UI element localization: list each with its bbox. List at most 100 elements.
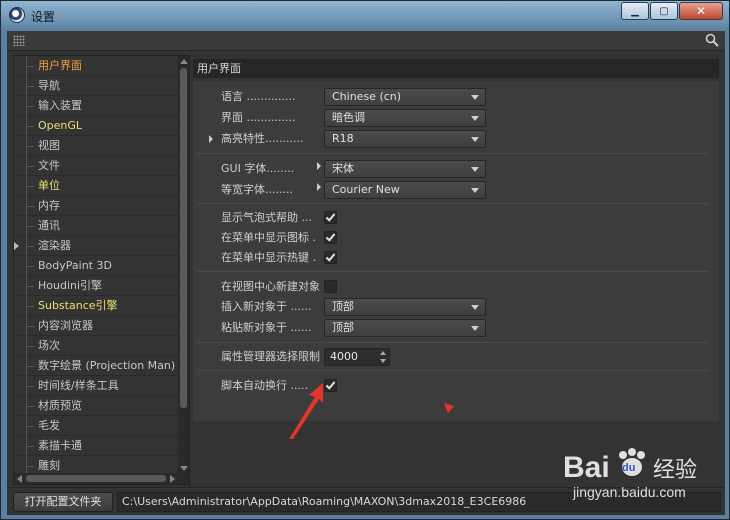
sidebar-item[interactable]: BodyPaint 3D — [14, 256, 179, 276]
checkmark-icon — [325, 211, 336, 222]
chevron-down-icon — [471, 188, 479, 193]
gui-font-label: GUI 字体........ — [221, 162, 295, 175]
checkmark-icon — [325, 379, 336, 390]
sidebar-item[interactable]: 通讯 — [14, 216, 179, 236]
checkmark-icon — [325, 251, 336, 262]
watermark-url: jingyan.baidu.com — [572, 484, 686, 500]
insert-at-dropdown[interactable]: 顶部 — [324, 298, 486, 316]
sidebar-item[interactable]: 视图 — [14, 136, 179, 156]
sidebar-item[interactable]: Houdini引擎 — [14, 276, 179, 296]
scroll-left-icon[interactable] — [17, 475, 22, 483]
hscroll-thumb[interactable] — [26, 475, 166, 482]
expand-arrow-icon[interactable] — [317, 183, 321, 191]
scroll-up-icon[interactable] — [180, 59, 188, 64]
horizontal-scrollbar[interactable] — [14, 473, 189, 484]
sidebar-item-label: 用户界面 — [38, 59, 82, 72]
sidebar-item[interactable]: OpenGL — [14, 116, 179, 136]
sidebar-item[interactable]: 用户界面 — [14, 56, 179, 76]
watermark-site-cn: 经验 — [653, 458, 697, 483]
new-at-center-label: 在视图中心新建对象 — [221, 280, 320, 293]
gui-font-row: GUI 字体........ 宋体 — [193, 159, 719, 179]
attr-limit-label: 属性管理器选择限制 — [221, 350, 320, 363]
attr-limit-input[interactable]: 4000 — [324, 348, 390, 366]
gui-font-dropdown[interactable]: 宋体 — [324, 160, 486, 178]
scroll-right-icon[interactable] — [170, 475, 175, 483]
new-at-center-checkbox[interactable] — [324, 280, 337, 293]
insert-at-row: 插入新对象于 ...... 顶部 — [193, 297, 719, 317]
highlight-dropdown[interactable]: R18 — [324, 130, 486, 148]
cinema4d-app-icon — [9, 7, 25, 23]
interface-label: 界面 .............. — [221, 111, 296, 124]
expand-arrow-icon[interactable] — [317, 162, 321, 170]
sidebar-item-label: 时间线/样条工具 — [38, 379, 119, 392]
sidebar-item-label: 导航 — [38, 79, 60, 92]
sidebar-item-label: 渲染器 — [38, 239, 71, 252]
chevron-down-icon — [471, 95, 479, 100]
divider — [197, 342, 709, 343]
interface-dropdown[interactable]: 暗色调 — [324, 109, 486, 127]
sidebar-item[interactable]: 毛发 — [14, 416, 179, 436]
sidebar-item-label: 文件 — [38, 159, 60, 172]
scroll-down-icon[interactable] — [180, 466, 188, 471]
interface-row: 界面 .............. 暗色调 — [193, 108, 719, 128]
sidebar-item[interactable]: 文件 — [14, 156, 179, 176]
sidebar-item[interactable]: 时间线/样条工具 — [14, 376, 179, 396]
expand-arrow-icon[interactable] — [14, 242, 19, 250]
language-dropdown[interactable]: Chinese (cn) — [324, 88, 486, 106]
sidebar-item-label: 场次 — [38, 339, 60, 352]
sidebar-item-label: 内容浏览器 — [38, 319, 93, 332]
baidu-jingyan-watermark: Bai du 经验 jingyan.baidu.com — [563, 448, 697, 500]
minimize-icon: ▁ — [631, 5, 639, 17]
menu-hotkeys-row: 在菜单中显示热键 . — [193, 248, 719, 268]
window-title: 设置 — [31, 10, 56, 24]
annotation-marker-icon — [444, 403, 454, 413]
chevron-down-icon — [471, 326, 479, 331]
sidebar-item[interactable]: 素描卡通 — [14, 436, 179, 456]
title-bar[interactable]: 设置 ▁ ▢ ✕ — [1, 1, 729, 31]
sidebar-item-label: 输入装置 — [38, 99, 82, 112]
minimize-button[interactable]: ▁ — [621, 2, 649, 20]
settings-category-list: 用户界面导航输入装置 OpenGL 视图文件单位内存通讯渲染器 BodyPaint 3… — [13, 55, 190, 485]
paste-at-row: 粘贴新对象于 ...... 顶部 — [193, 318, 719, 338]
scroll-thumb[interactable] — [180, 68, 187, 408]
chevron-down-icon — [471, 116, 479, 121]
bubble-help-checkbox[interactable] — [324, 211, 337, 224]
language-label: 语言 .............. — [221, 90, 296, 103]
vertical-scrollbar[interactable] — [178, 56, 189, 474]
sidebar-item[interactable]: 材质预览 — [14, 396, 179, 416]
sidebar-item[interactable]: 数字绘景 (Projection Man) — [14, 356, 179, 376]
search-icon[interactable] — [705, 33, 719, 47]
sidebar-item[interactable]: 输入装置 — [14, 96, 179, 116]
sidebar-item[interactable]: 单位 — [14, 176, 179, 196]
maximize-button[interactable]: ▢ — [650, 2, 678, 20]
close-button[interactable]: ✕ — [679, 2, 723, 20]
sidebar-item-label: Houdini引擎 — [38, 279, 103, 292]
settings-window: 设置 ▁ ▢ ✕ 用户界面导航输入装置 OpenGL 视图文件单位内存通讯渲染器 Bo… — [0, 0, 730, 520]
menu-icons-checkbox[interactable] — [324, 231, 337, 244]
menu-icons-row: 在菜单中显示图标 . — [193, 228, 719, 248]
sidebar-item-label: 单位 — [38, 179, 60, 192]
bubble-help-label: 显示气泡式帮助 ... — [221, 211, 312, 224]
sidebar-item[interactable]: 场次 — [14, 336, 179, 356]
divider — [197, 271, 709, 272]
divider — [197, 370, 709, 371]
menu-hotkeys-checkbox[interactable] — [324, 251, 337, 264]
toolbar — [7, 31, 725, 51]
mono-font-dropdown[interactable]: Courier New — [324, 181, 486, 199]
grip-icon[interactable] — [13, 35, 25, 46]
sidebar-item[interactable]: 内存 — [14, 196, 179, 216]
sidebar-item-label: Substance引擎 — [38, 299, 118, 312]
expand-arrow-icon[interactable] — [209, 135, 213, 143]
spinner-arrows-icon[interactable] — [380, 351, 386, 363]
paste-at-dropdown[interactable]: 顶部 — [324, 319, 486, 337]
sidebar-item-label: 内存 — [38, 199, 60, 212]
sidebar-item-label: 雕刻 — [38, 459, 60, 472]
sidebar-item[interactable]: 内容浏览器 — [14, 316, 179, 336]
sidebar-item[interactable]: 导航 — [14, 76, 179, 96]
sidebar-item[interactable]: 雕刻 — [14, 456, 179, 474]
sidebar-item-label: 素描卡通 — [38, 439, 82, 452]
open-config-folder-button[interactable]: 打开配置文件夹 — [13, 492, 113, 512]
sidebar-item[interactable]: 渲染器 — [14, 236, 179, 256]
sidebar-item[interactable]: Substance引擎 — [14, 296, 179, 316]
sidebar-item-label: BodyPaint 3D — [38, 259, 112, 272]
